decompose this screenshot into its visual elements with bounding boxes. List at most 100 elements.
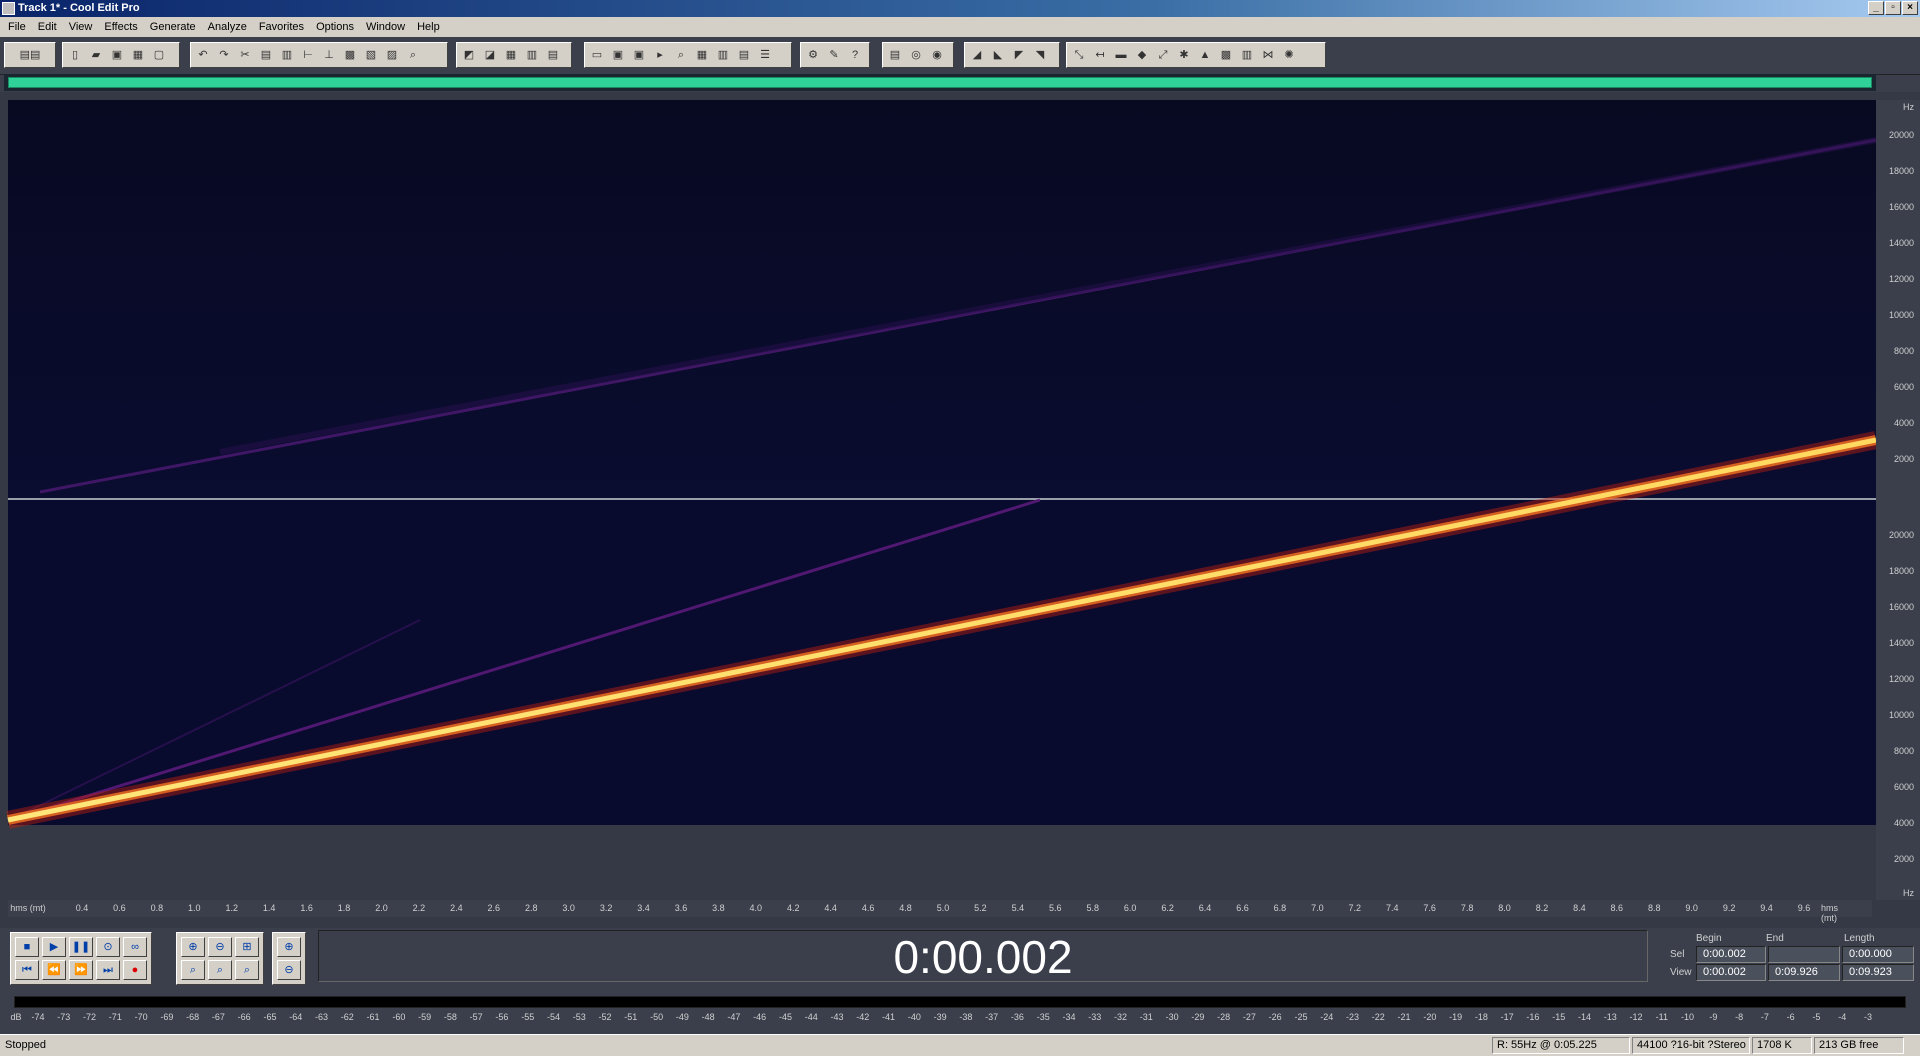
frequency-analysis-icon[interactable]: ◎ <box>906 45 926 65</box>
zoom-left-icon[interactable]: ⌕ <box>181 960 205 980</box>
columns-view-icon[interactable]: ▥ <box>522 45 542 65</box>
undo-icon[interactable]: ↶ <box>193 45 213 65</box>
zoom-full-icon[interactable]: ⊞ <box>235 937 259 957</box>
zoom-selection-icon[interactable]: ⌕ <box>235 960 259 980</box>
zoom-window-icon[interactable]: ⌕ <box>671 45 691 65</box>
zoom-right-icon[interactable]: ⌕ <box>208 960 232 980</box>
sel-begin-field[interactable]: 0:00.002 <box>1696 946 1766 963</box>
overview-range-bar[interactable] <box>8 77 1872 88</box>
close-button[interactable]: × <box>1902 1 1918 15</box>
window-1-icon[interactable]: ▭ <box>587 45 607 65</box>
menu-edit[interactable]: Edit <box>32 21 63 33</box>
menu-options[interactable]: Options <box>310 21 360 33</box>
go-to-end-button[interactable]: ⏭ <box>96 960 120 980</box>
meter-window-icon[interactable]: ▤ <box>734 45 754 65</box>
envelope-icon[interactable]: ◣ <box>988 45 1008 65</box>
view-end-field[interactable]: 0:09.926 <box>1768 964 1840 981</box>
mix-paste-icon[interactable]: ⊥ <box>319 45 339 65</box>
menu-help[interactable]: Help <box>411 21 446 33</box>
cut-icon[interactable]: ✂ <box>235 45 255 65</box>
waveform-view-icon[interactable]: ◩ <box>459 45 479 65</box>
window-2-icon[interactable]: ▣ <box>608 45 628 65</box>
view-length-field[interactable]: 0:09.923 <box>1842 964 1914 981</box>
menu-analyze[interactable]: Analyze <box>202 21 253 33</box>
pitch-icon[interactable]: ⤢ <box>1153 45 1173 65</box>
normalize-icon[interactable]: ◤ <box>1009 45 1029 65</box>
dynamics-icon[interactable]: ◥ <box>1030 45 1050 65</box>
rows-view-icon[interactable]: ▤ <box>543 45 563 65</box>
statistics-icon[interactable]: ▤ <box>885 45 905 65</box>
menu-generate[interactable]: Generate <box>144 21 202 33</box>
reverse-icon[interactable]: ↤ <box>1090 45 1110 65</box>
list-window-icon[interactable]: ☰ <box>755 45 775 65</box>
freq-tick: 4000 <box>1893 818 1914 828</box>
zoom-in-vertical-icon[interactable]: ⊕ <box>277 937 301 957</box>
filter-1-icon[interactable]: ⤡ <box>1069 45 1089 65</box>
redo-icon[interactable]: ↷ <box>214 45 234 65</box>
invert-icon[interactable]: ◆ <box>1132 45 1152 65</box>
begin-header: Begin <box>1696 933 1722 944</box>
settings-icon[interactable]: ⚙ <box>803 45 823 65</box>
save-as-icon[interactable]: ▦ <box>128 45 148 65</box>
sel-end-field[interactable] <box>1768 946 1840 963</box>
menu-file[interactable]: File <box>2 21 32 33</box>
time-ruler[interactable]: hms (mt) 0.4 0.6 0.8 1.0 1.2 1.4 1.6 1.8 2.0 2.2 2… <box>8 900 1872 923</box>
record-button[interactable]: ● <box>123 960 147 980</box>
app-icon[interactable] <box>2 2 15 15</box>
amplify-icon[interactable]: ◢ <box>967 45 987 65</box>
view-label: View <box>1670 967 1692 978</box>
menu-favorites[interactable]: Favorites <box>253 21 310 33</box>
noise-reduction-icon[interactable]: ✱ <box>1174 45 1194 65</box>
mixer-window-icon[interactable]: ▥ <box>713 45 733 65</box>
time-unit-right: hms (mt) <box>1821 903 1839 923</box>
menu-view[interactable]: View <box>63 21 99 33</box>
save-icon[interactable]: ▣ <box>107 45 127 65</box>
sel-length-field[interactable]: 0:00.000 <box>1842 946 1914 963</box>
select-all-icon[interactable]: ▩ <box>340 45 360 65</box>
zoom-out-horizontal-icon[interactable]: ⊖ <box>208 937 232 957</box>
snap-icon[interactable]: ▧ <box>361 45 381 65</box>
open-file-icon[interactable]: ▰ <box>86 45 106 65</box>
freq-tick: 10000 <box>1888 310 1914 320</box>
stretch-icon[interactable]: ⋈ <box>1258 45 1278 65</box>
play-button[interactable]: ▶ <box>42 937 66 957</box>
time-tick: 6.8 <box>1273 903 1287 913</box>
go-to-start-button[interactable]: ⏮ <box>15 960 39 980</box>
spectrogram-svg[interactable] <box>0 92 1920 932</box>
view-begin-field[interactable]: 0:00.002 <box>1696 964 1766 981</box>
trim-icon[interactable]: ⊢ <box>298 45 318 65</box>
silence-icon[interactable]: ▬ <box>1111 45 1131 65</box>
close-file-icon[interactable]: ▢ <box>149 45 169 65</box>
menu-effects[interactable]: Effects <box>98 21 143 33</box>
play-window-icon[interactable]: ▸ <box>650 45 670 65</box>
graphic-eq-icon[interactable]: ▥ <box>1237 45 1257 65</box>
menu-window[interactable]: Window <box>360 21 411 33</box>
phase-analysis-icon[interactable]: ◉ <box>927 45 947 65</box>
brainwave-icon[interactable]: ✺ <box>1279 45 1299 65</box>
window-3-icon[interactable]: ▣ <box>629 45 649 65</box>
new-file-icon[interactable]: ▯ <box>65 45 85 65</box>
script-icon[interactable]: ✎ <box>824 45 844 65</box>
help-icon[interactable]: ? <box>845 45 865 65</box>
eq-icon[interactable]: ▩ <box>1216 45 1236 65</box>
cue-icon[interactable]: ▨ <box>382 45 402 65</box>
play-to-end-button[interactable]: ⊙ <box>96 937 120 957</box>
copy-icon[interactable]: ▤ <box>256 45 276 65</box>
restore-button[interactable]: ▫ <box>1885 1 1901 15</box>
stop-button[interactable]: ■ <box>15 937 39 957</box>
minimize-button[interactable]: _ <box>1868 1 1884 15</box>
info-window-icon[interactable]: ▦ <box>692 45 712 65</box>
zoom-out-vertical-icon[interactable]: ⊖ <box>277 960 301 980</box>
zoom-in-horizontal-icon[interactable]: ⊕ <box>181 937 205 957</box>
pause-button[interactable]: ❚❚ <box>69 937 93 957</box>
paste-icon[interactable]: ▥ <box>277 45 297 65</box>
multitrack-toggle-icon[interactable]: ▤▤ <box>7 45 53 65</box>
search-icon[interactable]: ⌕ <box>403 45 423 65</box>
loop-button[interactable]: ∞ <box>123 937 147 957</box>
fast-forward-button[interactable]: ⏩ <box>69 960 93 980</box>
delay-icon[interactable]: ▲ <box>1195 45 1215 65</box>
rewind-button[interactable]: ⏪ <box>42 960 66 980</box>
spectral-view-icon[interactable]: ◪ <box>480 45 500 65</box>
grid-view-icon[interactable]: ▦ <box>501 45 521 65</box>
status-free-space: 213 GB free <box>1814 1037 1904 1054</box>
